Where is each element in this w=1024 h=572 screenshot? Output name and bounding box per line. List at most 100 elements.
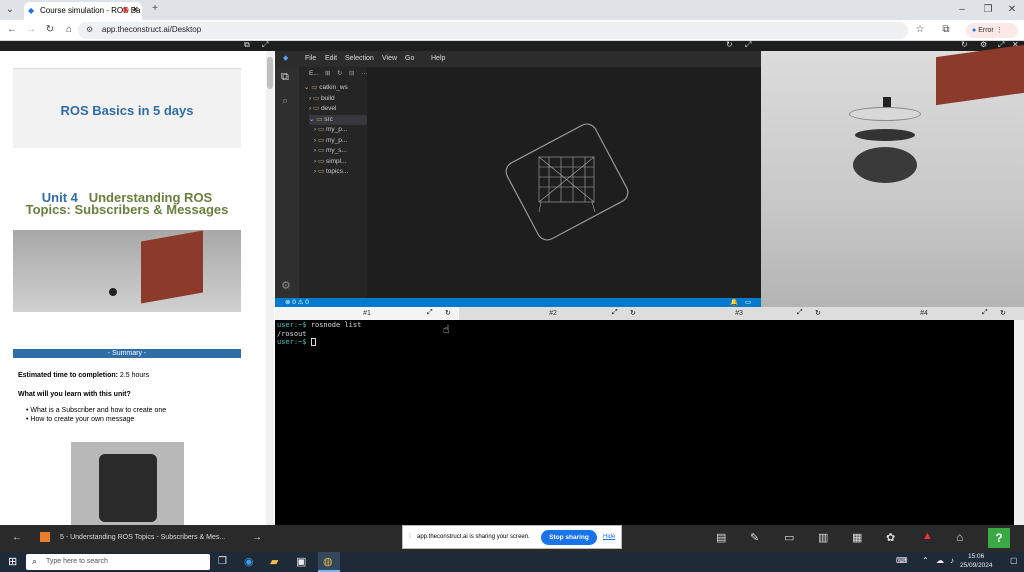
gazebo-simulation[interactable] [761, 44, 1024, 307]
menu-view[interactable]: View [382, 55, 397, 62]
url-field[interactable]: ⚙ app.theconstruct.ai/Desktop [78, 22, 908, 39]
explorer-tree-item[interactable]: › ▭ my_s... [314, 146, 347, 156]
refresh-explorer-icon[interactable]: ↻ [337, 69, 342, 77]
clock-time[interactable]: 15:06 [968, 553, 984, 560]
menu-selection[interactable]: Selection [345, 55, 374, 62]
lesson-panel: ROS Basics in 5 days Unit 4 Understandin… [0, 51, 274, 525]
explorer-tree-item[interactable]: ⌄ ▭ catkin_ws [304, 83, 348, 93]
help-question-icon[interactable]: ? [988, 528, 1010, 548]
task-view-icon[interactable]: ❐ [218, 556, 227, 567]
terminal-scrollbar[interactable] [1014, 320, 1024, 525]
warning-icon[interactable]: ▲ [922, 530, 933, 542]
layout-icon[interactable]: ▭ [745, 298, 751, 307]
mouse-pointer-icon: ☝ [443, 323, 450, 336]
tab1-expand-icon[interactable]: ⤢ [427, 309, 433, 317]
file-explorer-icon[interactable]: ▰ [270, 555, 278, 568]
notebook-doc-icon[interactable]: ▤ [716, 531, 726, 544]
ai-assistant-icon[interactable]: ✿ [886, 531, 895, 544]
explorer-tree-item[interactable]: › ▭ build [309, 94, 335, 104]
profile-error-button[interactable]: ● Error ⋮ [966, 23, 1018, 38]
url-text: app.theconstruct.ai/Desktop [102, 25, 202, 34]
lesson-scrollbar[interactable] [266, 51, 274, 525]
book-icon[interactable]: ▥ [818, 531, 828, 544]
terminal-tab-4[interactable]: #4 [832, 307, 1016, 320]
close-window-icon[interactable]: ✕ [1006, 4, 1018, 16]
restore-icon[interactable]: ❐ [982, 4, 994, 16]
learn-list-item: • How to create your own message [26, 416, 135, 423]
explorer-tree-item[interactable]: › ▭ devel [309, 104, 336, 114]
store-icon[interactable]: ▣ [296, 555, 306, 568]
edge-browser-icon[interactable]: ◉ [244, 555, 254, 568]
terminal-tab-3[interactable]: #3 [647, 307, 831, 320]
terminal[interactable]: user:~$ rosnode list /rosout user:~$ ☝ [275, 320, 1014, 525]
tab1-reload-icon[interactable]: ↻ [445, 309, 451, 317]
folder-icon: ▭ [317, 157, 326, 165]
forward-icon[interactable]: → [25, 24, 37, 36]
search-icon[interactable]: ⌕ [282, 95, 288, 108]
lesson-scroll-thumb[interactable] [267, 57, 273, 89]
reload-icon[interactable]: ↻ [44, 24, 56, 36]
learn-heading: What will you learn with this unit? [18, 391, 131, 398]
explorer-tree-item[interactable]: › ▭ simpl... [314, 157, 347, 167]
sim-settings-icon[interactable]: ⚙ [980, 40, 987, 49]
keyboard-icon[interactable]: ⌨ [896, 556, 908, 565]
robot-image [71, 442, 184, 525]
hide-link[interactable]: Hide [603, 534, 615, 540]
terminal-output: /rosout [277, 329, 307, 338]
bookmark-star-icon[interactable]: ☆ [914, 24, 926, 36]
stop-sharing-button[interactable]: Stop sharing [541, 530, 597, 545]
unit-tab-title[interactable]: 5 - Understanding ROS Topics - Subscribe… [60, 534, 225, 541]
menu-file[interactable]: File [305, 55, 316, 62]
notifications-bell-icon[interactable]: 🔔 [730, 298, 738, 307]
clock-date[interactable]: 25/09/2024 [960, 562, 993, 569]
settings-gear-icon[interactable]: ⚙ [281, 279, 291, 292]
home-icon[interactable]: ⌂ [956, 530, 963, 544]
ide-expand-icon[interactable]: ⤢ [745, 40, 751, 50]
back-icon[interactable]: ← [6, 24, 18, 36]
grid-apps-icon[interactable]: ▦ [852, 531, 862, 544]
menu-go[interactable]: Go [405, 55, 414, 62]
fullscreen-icon[interactable]: ⤢ [262, 40, 268, 50]
minimize-icon[interactable]: – [956, 4, 968, 16]
volume-icon[interactable]: ♪ [950, 556, 954, 565]
explorer-tree-item[interactable]: › ▭ my_p... [314, 125, 347, 135]
tab3-reload-icon[interactable]: ↻ [815, 309, 821, 317]
site-info-icon[interactable]: ⚙ [86, 25, 93, 34]
menu-help[interactable]: Help [431, 55, 445, 62]
collapse-all-icon[interactable]: ⊟ [349, 69, 354, 77]
ide-reload-icon[interactable]: ↻ [726, 40, 733, 49]
problems-count[interactable]: ⊗ 0 ⚠ 0 [285, 298, 309, 307]
editor-icon[interactable]: ✎ [750, 531, 759, 544]
tab4-reload-icon[interactable]: ↻ [1000, 309, 1006, 317]
notifications-icon[interactable]: ▢ [1010, 556, 1018, 565]
new-file-icon[interactable]: ⊞ [325, 69, 330, 77]
explorer-tree-item[interactable]: ⌄ ▭ src [309, 114, 367, 125]
next-unit-icon[interactable]: → [252, 532, 262, 543]
explorer-tree-item[interactable]: › ▭ my_p... [314, 136, 347, 146]
extensions-icon[interactable]: ⧉ [940, 24, 952, 36]
sim-reload-icon[interactable]: ↻ [961, 40, 968, 49]
tab4-expand-icon[interactable]: ⤢ [982, 309, 988, 317]
drag-handle-icon[interactable]: ⁞ [409, 534, 411, 540]
taskbar-search-field[interactable]: ⌕ Type here to search [26, 554, 210, 570]
tab2-reload-icon[interactable]: ↻ [630, 309, 636, 317]
previous-unit-icon[interactable]: ← [12, 532, 22, 543]
desktop-icon[interactable]: ▭ [784, 531, 794, 544]
brick-wall-shape [141, 230, 203, 304]
explorer-more-icon[interactable]: … [361, 69, 368, 76]
open-external-icon[interactable]: ⧉ [244, 40, 250, 50]
home-icon[interactable]: ⌂ [63, 24, 75, 36]
tab3-expand-icon[interactable]: ⤢ [797, 309, 803, 317]
browser-tab[interactable]: ◆ Course simulation - ROS Ba ◉ ✕ [24, 2, 142, 20]
new-tab-icon[interactable]: + [148, 3, 162, 15]
menu-edit[interactable]: Edit [325, 55, 337, 62]
explorer-files-icon[interactable]: ⧉ [281, 71, 289, 84]
tray-overflow-icon[interactable]: ⌃ [922, 556, 929, 565]
network-icon[interactable]: ☁ [936, 556, 944, 565]
explorer-tree-item[interactable]: › ▭ topics... [314, 167, 348, 177]
tab-list-icon[interactable]: ⌄ [4, 4, 16, 16]
tree-item-label: catkin_ws [319, 84, 348, 91]
close-tab-icon[interactable]: ✕ [132, 5, 139, 14]
tab2-expand-icon[interactable]: ⤢ [612, 309, 618, 317]
windows-start-icon[interactable]: ⊞ [8, 555, 17, 568]
